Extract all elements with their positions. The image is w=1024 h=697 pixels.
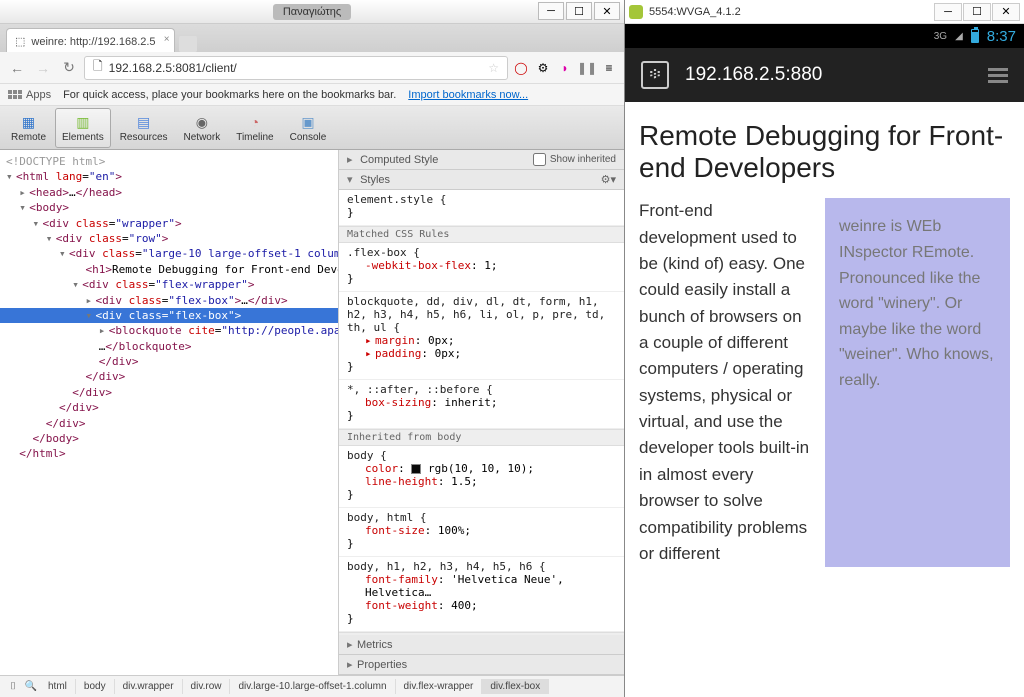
devtools-toolbar: ▦Remote ▥Elements ▤Resources ◉Network ◔T… [0, 106, 624, 150]
styles-rules[interactable]: element.style {} Matched CSS Rules .flex… [339, 190, 624, 635]
extension-gear-icon[interactable]: ⚙ [534, 59, 552, 77]
window-title-label: Παναγιώτης [273, 4, 351, 20]
apps-grid-icon [8, 90, 22, 99]
minimize-button[interactable]: ─ [538, 2, 564, 20]
back-button[interactable]: ← [6, 57, 28, 79]
network-type-icon: 3G [934, 31, 947, 42]
flex-wrapper: Front-end development used to be (kind o… [639, 198, 1010, 567]
emulator-title: 5554:WVGA_4.1.2 [649, 6, 741, 18]
devtools-tab-elements[interactable]: ▥Elements [55, 108, 111, 148]
crumb-active[interactable]: div.flex-box [482, 679, 549, 694]
metrics-header[interactable]: Metrics [339, 635, 624, 655]
browser-tabbar: ⬚ weinre: http://192.168.2.5 × [0, 24, 624, 52]
address-bar-row: ← → ↻ 🗋 192.168.2.5:8081/client/ ☆ ◯ ⚙ ◗… [0, 52, 624, 84]
console-toggle-icon[interactable]: ⌷ [4, 681, 22, 692]
crumb[interactable]: html [40, 679, 76, 694]
emulator-minimize-button[interactable]: ─ [934, 3, 962, 21]
search-icon[interactable]: 🔍 [22, 681, 40, 692]
close-button[interactable]: ✕ [594, 2, 620, 20]
hamburger-icon[interactable] [988, 68, 1008, 83]
browser-tab[interactable]: ⬚ weinre: http://192.168.2.5 × [6, 28, 175, 52]
chrome-menu-icon[interactable]: ≡ [600, 59, 618, 77]
url-text: 192.168.2.5:8081/client/ [109, 61, 483, 75]
address-bar[interactable]: 🗋 192.168.2.5:8081/client/ ☆ [84, 56, 508, 80]
page-icon: 🗋 [93, 57, 103, 78]
elements-dom-tree[interactable]: <!DOCTYPE html> <html lang="en"> <head>…… [0, 150, 338, 675]
emulator-maximize-button[interactable]: ☐ [963, 3, 991, 21]
import-bookmarks-link[interactable]: Import bookmarks now... [408, 89, 528, 101]
battery-icon [971, 29, 979, 43]
highlighted-flex-box: weinre is WEb INspector REmote. Pronounc… [825, 198, 1010, 567]
tab-title: weinre: http://192.168.2.5 [31, 36, 155, 48]
apps-button[interactable]: Apps [8, 89, 51, 101]
android-status-bar: 3G ◢ 8:37 [625, 24, 1024, 48]
clock: 8:37 [987, 28, 1016, 45]
emulator-close-button[interactable]: ✕ [992, 3, 1020, 21]
crumb[interactable]: div.wrapper [115, 679, 183, 694]
crumb[interactable]: div.large-10.large-offset-1.column [230, 679, 395, 694]
extension-color-icon[interactable]: ◗ [556, 59, 574, 77]
crumb[interactable]: body [76, 679, 115, 694]
dom-selected-node: <div class="flex-box"> [0, 308, 338, 323]
signal-icon: ◢ [955, 31, 963, 42]
elements-breadcrumb: ⌷ 🔍 html body div.wrapper div.row div.la… [0, 675, 624, 697]
show-inherited-checkbox[interactable] [533, 153, 546, 166]
bookmarks-bar: Apps For quick access, place your bookma… [0, 84, 624, 106]
bookmark-star-icon[interactable]: ☆ [488, 61, 499, 75]
bookmarks-hint: For quick access, place your bookmarks h… [63, 89, 396, 101]
app-url: 192.168.2.5:880 [685, 64, 972, 86]
styles-panel: Computed Style Show inherited Styles ⚙▾ … [338, 150, 624, 675]
crumb[interactable]: div.row [183, 679, 231, 694]
extension-pause-icon[interactable]: ❚❚ [578, 59, 596, 77]
tab-favicon: ⬚ [15, 35, 25, 48]
forward-button[interactable]: → [32, 57, 54, 79]
styles-header[interactable]: Styles ⚙▾ [339, 170, 624, 190]
devtools-body: <!DOCTYPE html> <html lang="en"> <head>…… [0, 150, 624, 675]
devtools-tab-remote[interactable]: ▦Remote [4, 108, 53, 148]
page-heading: Remote Debugging for Front-end Developer… [639, 120, 1010, 184]
emulator-window: 5554:WVGA_4.1.2 ─ ☐ ✕ 3G ◢ 8:37 ፨ 192.16… [625, 0, 1024, 697]
maximize-button[interactable]: ☐ [566, 2, 592, 20]
article-text: Front-end development used to be (kind o… [639, 198, 813, 567]
reload-button[interactable]: ↻ [58, 57, 80, 79]
devtools-tab-resources[interactable]: ▤Resources [113, 108, 175, 148]
crumb[interactable]: div.flex-wrapper [396, 679, 483, 694]
android-icon [629, 5, 643, 19]
devtools-tab-timeline[interactable]: ◔Timeline [229, 108, 280, 148]
new-tab-button[interactable] [179, 36, 197, 52]
app-toolbar: ፨ 192.168.2.5:880 [625, 48, 1024, 102]
tab-close-icon[interactable]: × [164, 34, 170, 45]
styles-gear-icon[interactable]: ⚙▾ [601, 173, 616, 186]
computed-style-header[interactable]: Computed Style Show inherited [339, 150, 624, 170]
window-controls: ─ ☐ ✕ [538, 2, 620, 20]
devtools-tab-network[interactable]: ◉Network [177, 108, 228, 148]
globe-icon: ፨ [641, 61, 669, 89]
devtools-tab-console[interactable]: ▣Console [283, 108, 334, 148]
emulator-titlebar: 5554:WVGA_4.1.2 ─ ☐ ✕ [625, 0, 1024, 24]
rendered-page[interactable]: Remote Debugging for Front-end Developer… [625, 102, 1024, 697]
window-titlebar: Παναγιώτης ─ ☐ ✕ [0, 0, 624, 24]
properties-header[interactable]: Properties [339, 655, 624, 675]
extension-stop-icon[interactable]: ◯ [512, 59, 530, 77]
chrome-window: Παναγιώτης ─ ☐ ✕ ⬚ weinre: http://192.16… [0, 0, 625, 697]
